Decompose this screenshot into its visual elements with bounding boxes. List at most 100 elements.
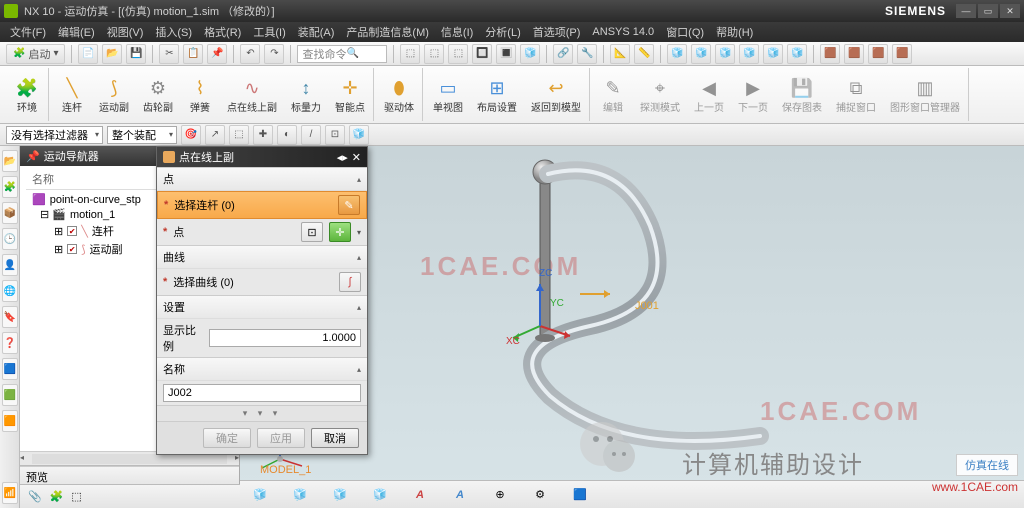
save-figure-button[interactable]: 💾保存图表 bbox=[778, 68, 826, 121]
vb-ico-9[interactable]: 🟦 bbox=[570, 485, 590, 505]
joint-button[interactable]: ⟆运动副 bbox=[95, 68, 133, 121]
capture-button[interactable]: ⧉捕捉窗口 bbox=[832, 68, 880, 121]
menu-mfginfo[interactable]: 产品制造信息(M) bbox=[342, 22, 433, 42]
name-input[interactable] bbox=[163, 384, 361, 402]
save-button[interactable]: 💾 bbox=[126, 44, 146, 64]
filter-tool-d[interactable]: ✚ bbox=[253, 125, 273, 145]
tool-e-button[interactable]: 🔳 bbox=[496, 44, 516, 64]
rb-bookmark-icon[interactable]: 🔖 bbox=[2, 306, 18, 328]
link-button[interactable]: ╲连杆 bbox=[55, 68, 89, 121]
nbt-icon-1[interactable]: 📎 bbox=[28, 490, 42, 503]
section-settings-header[interactable]: 设置 bbox=[157, 296, 367, 319]
undo-button[interactable]: ↶ bbox=[240, 44, 260, 64]
menu-analysis[interactable]: 分析(L) bbox=[481, 22, 524, 42]
vb-ico-6[interactable]: A bbox=[450, 485, 470, 505]
paste-button[interactable]: 📌 bbox=[207, 44, 227, 64]
rb-ie-icon[interactable]: 🌐 bbox=[2, 280, 18, 302]
vb-ico-3[interactable]: 🧊 bbox=[330, 485, 350, 505]
start-button[interactable]: 🧩 启动 ▾ bbox=[6, 44, 65, 64]
view2-button[interactable]: 🧊 bbox=[691, 44, 711, 64]
tool-d-button[interactable]: 🔲 bbox=[472, 44, 492, 64]
new-button[interactable]: 📄 bbox=[78, 44, 98, 64]
driver-button[interactable]: ⬮驱动体 bbox=[380, 68, 418, 121]
vb-ico-2[interactable]: 🧊 bbox=[290, 485, 310, 505]
gear-button[interactable]: ⚙齿轮副 bbox=[139, 68, 177, 121]
view3-button[interactable]: 🧊 bbox=[715, 44, 735, 64]
menu-window[interactable]: 窗口(Q) bbox=[662, 22, 708, 42]
tool-h-button[interactable]: 🔧 bbox=[577, 44, 597, 64]
vb-ico-7[interactable]: ⊕ bbox=[490, 485, 510, 505]
vb-ico-4[interactable]: 🧊 bbox=[370, 485, 390, 505]
vb-ico-8[interactable]: ⚙ bbox=[530, 485, 550, 505]
tool-f-button[interactable]: 🧊 bbox=[520, 44, 540, 64]
dialog-close-button[interactable]: ✕ bbox=[352, 151, 361, 164]
menu-edit[interactable]: 编辑(E) bbox=[54, 22, 99, 42]
minimize-button[interactable]: — bbox=[956, 4, 976, 18]
render1-button[interactable]: 🟫 bbox=[820, 44, 840, 64]
vb-ico-5[interactable]: A bbox=[410, 485, 430, 505]
select-link-pick-button[interactable]: ✎ bbox=[338, 195, 360, 215]
menu-preferences[interactable]: 首选项(P) bbox=[529, 22, 585, 42]
section-point-header[interactable]: 点 bbox=[157, 168, 367, 191]
next-page-button[interactable]: ▶下一页 bbox=[734, 68, 772, 121]
vb-ico-1[interactable]: 🧊 bbox=[250, 485, 270, 505]
rb-c-icon[interactable]: 🟧 bbox=[2, 410, 18, 432]
probe-button[interactable]: ⌖探测模式 bbox=[636, 68, 684, 121]
rb-signal-icon[interactable]: 📶 bbox=[2, 482, 18, 504]
nbt-icon-2[interactable]: 🧩 bbox=[50, 490, 64, 503]
render2-button[interactable]: 🟫 bbox=[844, 44, 864, 64]
filter-tool-g[interactable]: ⊡ bbox=[325, 125, 345, 145]
edit-button[interactable]: ✎编辑 bbox=[596, 68, 630, 121]
menu-file[interactable]: 文件(F) bbox=[6, 22, 50, 42]
rb-nav-icon[interactable]: 📂 bbox=[2, 150, 18, 172]
tool-b-button[interactable]: ⬚ bbox=[424, 44, 444, 64]
copy-button[interactable]: 📋 bbox=[183, 44, 203, 64]
single-view-button[interactable]: ▭单视图 bbox=[429, 68, 467, 121]
filter-tool-e[interactable]: ◐ bbox=[277, 125, 297, 145]
render3-button[interactable]: 🟫 bbox=[868, 44, 888, 64]
scale-input[interactable] bbox=[209, 329, 361, 347]
section-curve-header[interactable]: 曲线 bbox=[157, 246, 367, 269]
redo-button[interactable]: ↷ bbox=[264, 44, 284, 64]
tool-g-button[interactable]: 🔗 bbox=[553, 44, 573, 64]
rb-help-icon[interactable]: ❓ bbox=[2, 332, 18, 354]
rb-b-icon[interactable]: 🟩 bbox=[2, 384, 18, 406]
filter-tool-b[interactable]: ↗ bbox=[205, 125, 225, 145]
back-to-model-button[interactable]: ↩返回到模型 bbox=[527, 68, 585, 121]
menu-ansys[interactable]: ANSYS 14.0 bbox=[588, 24, 658, 40]
filter-tool-f[interactable]: / bbox=[301, 125, 321, 145]
menu-view[interactable]: 视图(V) bbox=[103, 22, 148, 42]
layout-settings-button[interactable]: ⊞布局设置 bbox=[473, 68, 521, 121]
maximize-button[interactable]: ▭ bbox=[978, 4, 998, 18]
dialog-expand-button[interactable]: ◂▸ bbox=[337, 151, 348, 164]
section-name-header[interactable]: 名称 bbox=[157, 358, 367, 381]
view1-button[interactable]: 🧊 bbox=[667, 44, 687, 64]
select-curve-pick-button[interactable]: ∫ bbox=[339, 272, 361, 292]
spring-button[interactable]: ⌇弹簧 bbox=[183, 68, 217, 121]
rb-a-icon[interactable]: 🟦 bbox=[2, 358, 18, 380]
view5-button[interactable]: 🧊 bbox=[763, 44, 783, 64]
tool-c-button[interactable]: ⬚ bbox=[448, 44, 468, 64]
dialog-titlebar[interactable]: 点在线上副 ◂▸ ✕ bbox=[157, 147, 367, 167]
menu-format[interactable]: 格式(R) bbox=[200, 22, 245, 42]
filter-scope-combo[interactable]: 整个装配 bbox=[107, 126, 177, 144]
select-link-row[interactable]: * 选择连杆 (0) ✎ bbox=[157, 191, 367, 219]
prev-page-button[interactable]: ◀上一页 bbox=[690, 68, 728, 121]
point-pick-button[interactable]: ✛ bbox=[329, 222, 351, 242]
tool-j-button[interactable]: 📏 bbox=[634, 44, 654, 64]
cancel-button[interactable]: 取消 bbox=[311, 428, 359, 448]
rb-history-icon[interactable]: 🕒 bbox=[2, 228, 18, 250]
render4-button[interactable]: 🟫 bbox=[892, 44, 912, 64]
dialog-more-toggle[interactable]: ▾ ▾ ▾ bbox=[157, 405, 367, 421]
menu-insert[interactable]: 插入(S) bbox=[151, 22, 196, 42]
view4-button[interactable]: 🧊 bbox=[739, 44, 759, 64]
env-button[interactable]: 🧩环境 bbox=[10, 68, 44, 121]
menu-tools[interactable]: 工具(I) bbox=[249, 22, 289, 42]
point-menu-button[interactable]: ⊡ bbox=[301, 222, 323, 242]
tool-i-button[interactable]: 📐 bbox=[610, 44, 630, 64]
menu-assembly[interactable]: 装配(A) bbox=[294, 22, 339, 42]
menu-help[interactable]: 帮助(H) bbox=[712, 22, 757, 42]
filter-tool-a[interactable]: 🎯 bbox=[181, 125, 201, 145]
figure-manager-button[interactable]: ▥图形窗口管理器 bbox=[886, 68, 964, 121]
ok-button[interactable]: 确定 bbox=[203, 428, 251, 448]
